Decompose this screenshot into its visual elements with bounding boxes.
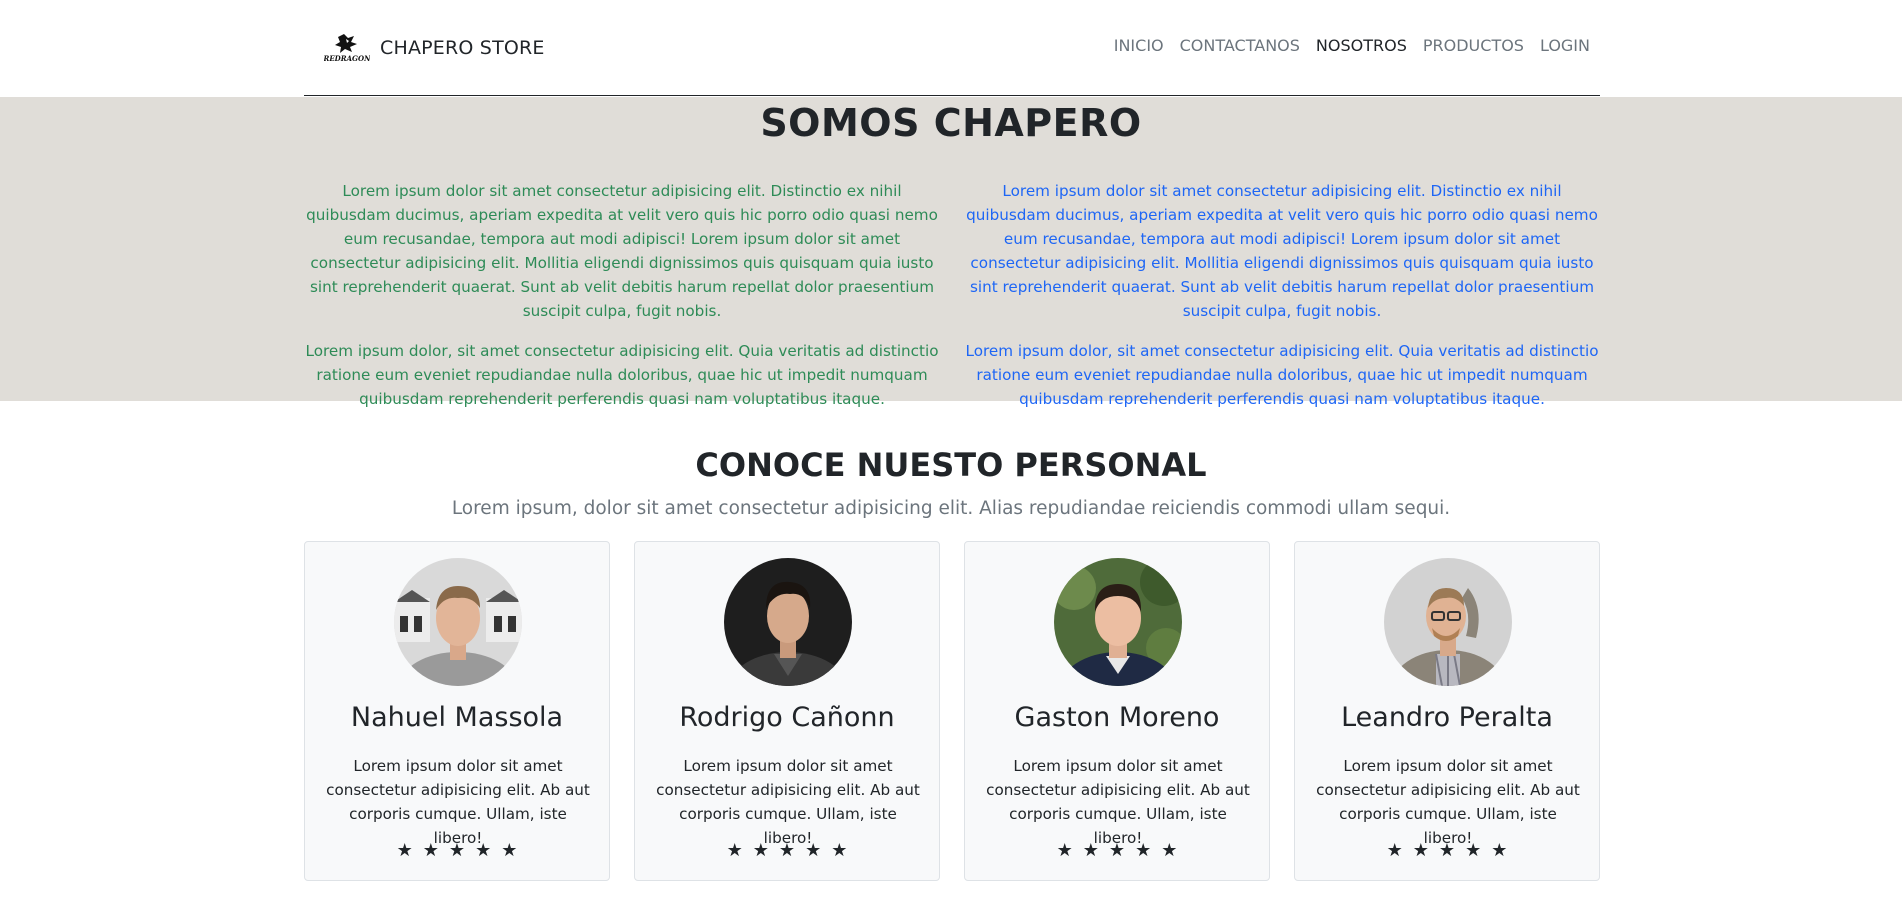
avatar — [724, 558, 852, 686]
nav-links: INICIO CONTACTANOS NOSOTROS PRODUCTOS LO… — [1114, 36, 1590, 55]
team-member-text: Lorem ipsum dolor sit amet consectetur a… — [1316, 757, 1580, 847]
about-column-left: Lorem ipsum dolor sit amet consectetur a… — [304, 179, 940, 427]
svg-text:REDRAGON: REDRAGON — [324, 54, 370, 63]
star-rating: ★★★★★ — [1386, 840, 1518, 861]
avatar — [1384, 558, 1512, 686]
team-member-name: Gaston Moreno — [1014, 702, 1220, 733]
team-cards: Nahuel Massola Lorem ipsum dolor sit ame… — [304, 541, 1600, 881]
team-member-text: Lorem ipsum dolor sit amet consectetur a… — [326, 757, 590, 847]
team-member-text: Lorem ipsum dolor sit amet consectetur a… — [656, 757, 920, 847]
dragon-logo-icon: REDRAGON — [324, 34, 370, 63]
brand-link[interactable]: REDRAGON CHAPERO STORE — [324, 30, 545, 66]
about-title: SOMOS CHAPERO — [760, 101, 1142, 145]
team-member-name: Rodrigo Cañonn — [679, 702, 895, 733]
team-card: Rodrigo Cañonn Lorem ipsum dolor sit ame… — [634, 541, 940, 881]
team-card: Leandro Peralta Lorem ipsum dolor sit am… — [1294, 541, 1600, 881]
avatar — [1054, 558, 1182, 686]
about-left-paragraph-2: Lorem ipsum dolor, sit amet consectetur … — [305, 342, 939, 408]
team-card: Nahuel Massola Lorem ipsum dolor sit ame… — [304, 541, 610, 881]
star-rating: ★★★★★ — [1056, 840, 1188, 861]
about-right-paragraph-2: Lorem ipsum dolor, sit amet consectetur … — [965, 342, 1599, 408]
nav-link-productos[interactable]: PRODUCTOS — [1423, 36, 1524, 55]
team-card: Gaston Moreno Lorem ipsum dolor sit amet… — [964, 541, 1270, 881]
navbar: REDRAGON CHAPERO STORE INICIO CONTACTANO… — [304, 0, 1600, 96]
team-member-name: Leandro Peralta — [1341, 702, 1553, 733]
nav-link-contactanos[interactable]: CONTACTANOS — [1180, 36, 1300, 55]
about-left-paragraph-1: Lorem ipsum dolor sit amet consectetur a… — [306, 182, 938, 320]
star-rating: ★★★★★ — [396, 840, 528, 861]
team-subtitle: Lorem ipsum, dolor sit amet consectetur … — [451, 498, 1451, 519]
brand-name: CHAPERO STORE — [380, 37, 545, 59]
nav-link-nosotros[interactable]: NOSOTROS — [1316, 36, 1407, 55]
avatar — [394, 558, 522, 686]
team-title: CONOCE NUESTO PERSONAL — [695, 446, 1207, 484]
team-member-name: Nahuel Massola — [350, 702, 564, 733]
nav-link-login[interactable]: LOGIN — [1540, 36, 1590, 55]
about-right-paragraph-1: Lorem ipsum dolor sit amet consectetur a… — [966, 182, 1598, 320]
nav-link-inicio[interactable]: INICIO — [1114, 36, 1164, 55]
about-section: SOMOS CHAPERO Lorem ipsum dolor sit amet… — [0, 97, 1902, 408]
team-member-text: Lorem ipsum dolor sit amet consectetur a… — [986, 757, 1250, 847]
about-column-right: Lorem ipsum dolor sit amet consectetur a… — [964, 179, 1600, 427]
star-rating: ★★★★★ — [726, 840, 858, 861]
